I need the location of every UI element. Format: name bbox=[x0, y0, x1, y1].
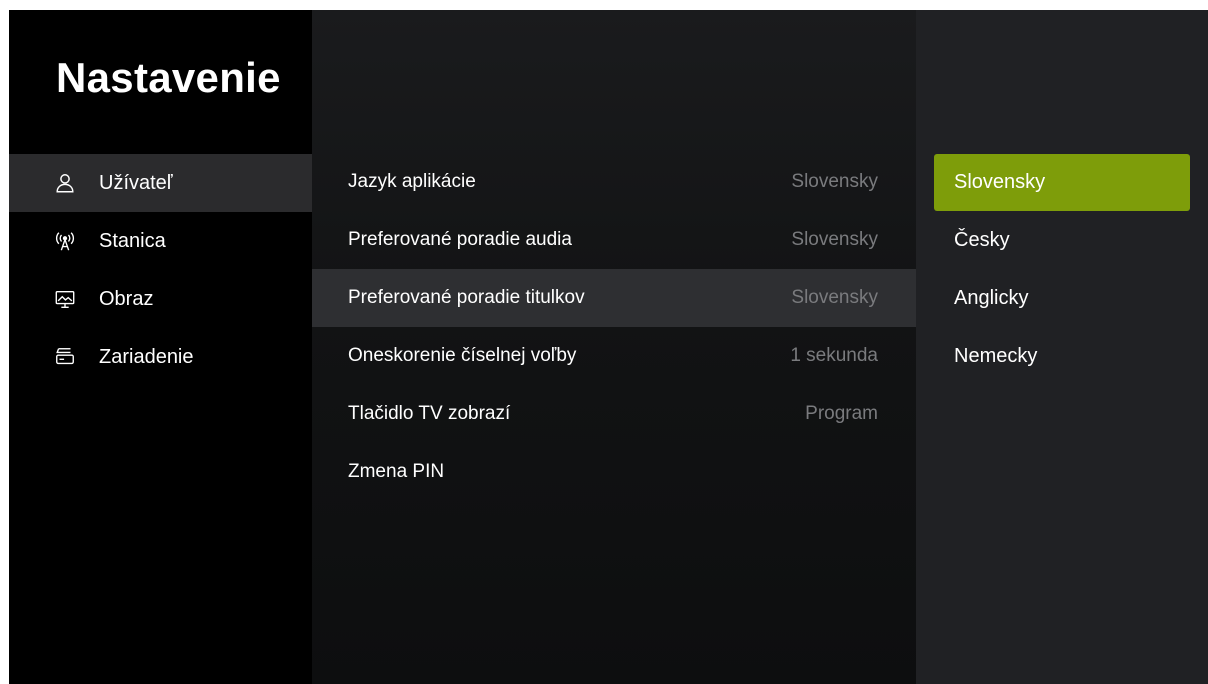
option-german[interactable]: Nemecky bbox=[934, 327, 1190, 385]
sidebar: Nastavenie Užívateľ Stanica Obraz Zariad… bbox=[9, 10, 312, 684]
setting-value: Program bbox=[805, 403, 878, 424]
setting-label: Jazyk aplikácie bbox=[348, 171, 476, 192]
language-options-list: Slovensky Česky Anglicky Nemecky bbox=[934, 154, 1190, 385]
option-slovak[interactable]: Slovensky bbox=[934, 154, 1190, 211]
setting-label: Oneskorenie číselnej voľby bbox=[348, 345, 577, 366]
setting-row-tv-button[interactable]: Tlačidlo TV zobrazí Program bbox=[312, 385, 916, 443]
sidebar-item-picture[interactable]: Obraz bbox=[9, 270, 312, 328]
settings-list: Jazyk aplikácie Slovensky Preferované po… bbox=[312, 153, 916, 501]
user-icon bbox=[53, 171, 77, 195]
antenna-icon bbox=[53, 229, 77, 253]
setting-label: Preferované poradie titulkov bbox=[348, 287, 585, 308]
setting-value: Slovensky bbox=[791, 287, 878, 308]
setting-row-digit-delay[interactable]: Oneskorenie číselnej voľby 1 sekunda bbox=[312, 327, 916, 385]
sidebar-item-label: Užívateľ bbox=[99, 171, 173, 194]
sidebar-item-device[interactable]: Zariadenie bbox=[9, 328, 312, 386]
setting-row-audio-order[interactable]: Preferované poradie audia Slovensky bbox=[312, 211, 916, 269]
setting-value: Slovensky bbox=[791, 171, 878, 192]
settings-screen: Nastavenie Užívateľ Stanica Obraz Zariad… bbox=[9, 10, 1208, 684]
sidebar-item-station[interactable]: Stanica bbox=[9, 212, 312, 270]
sidebar-item-label: Zariadenie bbox=[99, 345, 194, 368]
set-top-box-icon bbox=[53, 345, 77, 369]
options-panel: Slovensky Česky Anglicky Nemecky bbox=[916, 10, 1208, 684]
screen-icon bbox=[53, 287, 77, 311]
sidebar-item-label: Obraz bbox=[99, 287, 154, 310]
setting-row-app-language[interactable]: Jazyk aplikácie Slovensky bbox=[312, 153, 916, 211]
option-czech[interactable]: Česky bbox=[934, 211, 1190, 269]
setting-row-change-pin[interactable]: Zmena PIN bbox=[312, 443, 916, 501]
setting-value: Slovensky bbox=[791, 229, 878, 250]
setting-label: Zmena PIN bbox=[348, 461, 445, 482]
sidebar-item-user[interactable]: Užívateľ bbox=[9, 154, 312, 212]
setting-row-subtitle-order[interactable]: Preferované poradie titulkov Slovensky bbox=[312, 269, 916, 327]
setting-label: Preferované poradie audia bbox=[348, 229, 572, 250]
setting-value: 1 sekunda bbox=[790, 345, 878, 366]
sidebar-nav: Užívateľ Stanica Obraz Zariadenie bbox=[9, 154, 312, 386]
option-english[interactable]: Anglicky bbox=[934, 269, 1190, 327]
page-title: Nastavenie bbox=[56, 54, 281, 101]
setting-label: Tlačidlo TV zobrazí bbox=[348, 403, 511, 424]
settings-panel: Jazyk aplikácie Slovensky Preferované po… bbox=[312, 10, 916, 684]
sidebar-item-label: Stanica bbox=[99, 229, 166, 252]
